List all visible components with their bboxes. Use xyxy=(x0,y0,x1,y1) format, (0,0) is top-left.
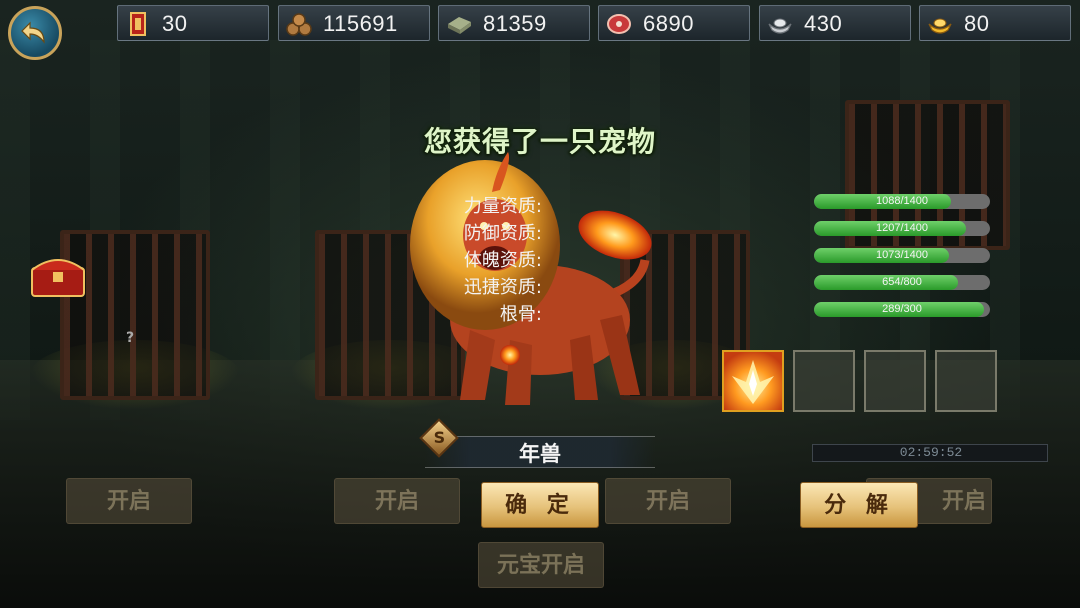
skill-slot-3[interactable] xyxy=(864,350,926,412)
treasure-chest-icon[interactable] xyxy=(28,250,88,300)
stat-value: 1073/1400 xyxy=(876,249,928,261)
food-value: 6890 xyxy=(643,11,694,36)
pet-name-banner: S 年兽 xyxy=(395,418,685,470)
timer-text: 02:59:52 xyxy=(899,445,963,460)
meat-food-icon xyxy=(607,14,631,34)
stone-value: 81359 xyxy=(483,11,547,36)
back-arrow-icon xyxy=(21,21,45,44)
stat-label: 迅捷资质: xyxy=(463,277,542,298)
wood-logs-icon xyxy=(286,13,312,36)
token-scroll-icon xyxy=(130,12,146,36)
resource-food: 6890 xyxy=(598,5,750,41)
gold-value: 80 xyxy=(964,11,990,36)
back-button[interactable] xyxy=(8,6,62,60)
stat-label: 防御资质: xyxy=(463,223,542,244)
open-cage-1-button[interactable]: 开启 xyxy=(66,478,192,524)
stat-label: 根骨: xyxy=(499,304,542,325)
stat-label: 力量资质: xyxy=(463,196,542,217)
stat-value: 1088/1400 xyxy=(876,195,928,207)
silver-ingot-icon xyxy=(768,18,792,34)
resource-wood: 115691 xyxy=(278,5,430,41)
unknown-mark-icon: ? xyxy=(126,330,135,346)
open-cage-3-button[interactable]: 开启 xyxy=(605,478,731,524)
silver-value: 430 xyxy=(804,11,843,36)
resource-tokens: 30 xyxy=(117,5,269,41)
confirm-button[interactable]: 确 定 xyxy=(481,482,599,528)
cage-4 xyxy=(840,100,1020,260)
gold-ingot-icon xyxy=(928,18,952,34)
resource-gold: 80 xyxy=(919,5,1071,41)
cage-timer: 02:59:52 xyxy=(812,444,1048,462)
resource-stone: 81359 xyxy=(438,5,590,41)
fire-burst-skill-icon xyxy=(732,360,774,404)
stat-value: 654/800 xyxy=(882,276,922,288)
skill-slot-2[interactable] xyxy=(793,350,855,412)
skill-slot-1[interactable] xyxy=(722,350,784,412)
stat-value: 1207/1400 xyxy=(876,222,928,234)
wood-value: 115691 xyxy=(323,11,398,36)
pet-name: 年兽 xyxy=(519,442,561,466)
skill-slot-4[interactable] xyxy=(935,350,997,412)
open-cage-2-button[interactable]: 开启 xyxy=(334,478,460,524)
stone-block-icon xyxy=(448,17,471,34)
ingot-open-button[interactable]: 元宝开启 xyxy=(478,542,604,588)
decompose-button[interactable]: 分 解 xyxy=(800,482,918,528)
tokens-value: 30 xyxy=(162,11,188,36)
stat-value: 289/300 xyxy=(882,303,922,315)
stat-label: 体魄资质: xyxy=(463,250,542,271)
resource-silver: 430 xyxy=(759,5,911,41)
